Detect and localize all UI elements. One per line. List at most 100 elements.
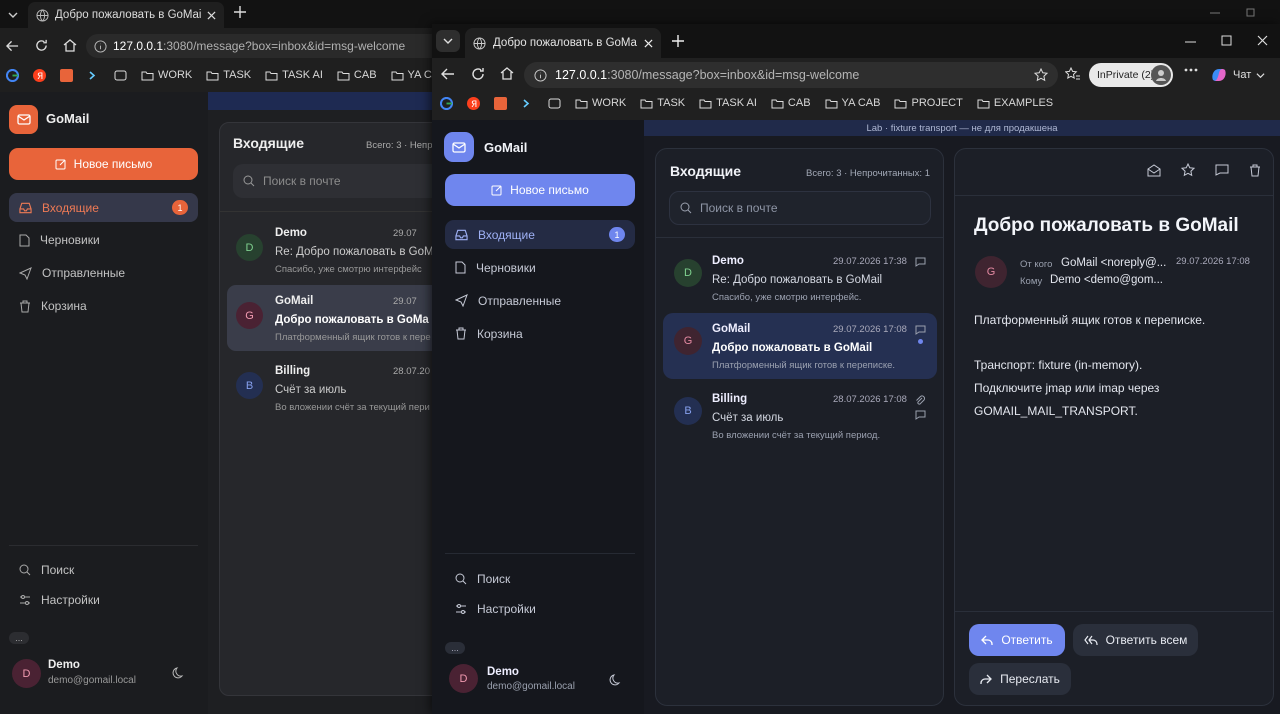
bookmark-task-ai[interactable]: TASK AI <box>699 97 757 109</box>
body-line: Транспорт: fixture (in-memory). <box>974 358 1143 372</box>
trash-icon[interactable] <box>1249 163 1261 177</box>
bg-nav-drafts[interactable]: Черновики <box>19 233 100 247</box>
close-tab-icon[interactable] <box>207 10 216 20</box>
environment-banner: Lab · fixture transport — не для продакш… <box>644 120 1280 136</box>
home-icon[interactable] <box>500 67 514 80</box>
message-reader-panel: Добро пожаловать в GoMail G От кого GoMa… <box>954 148 1274 706</box>
tab-list-icon[interactable] <box>4 6 22 24</box>
bg-bookmarks-bar: Я WORK TASK TASK AI CAB YA CA <box>0 64 439 86</box>
bg-search-input[interactable]: Поиск в почте <box>233 164 448 198</box>
restore-icon[interactable] <box>1246 7 1256 17</box>
reply-button[interactable]: Ответить <box>969 624 1065 656</box>
yandex-icon[interactable]: Я <box>467 96 480 110</box>
copilot-chat-button[interactable]: Чат <box>1210 64 1276 86</box>
thread-icon[interactable] <box>1215 163 1229 177</box>
bg-nav-label: Отправленные <box>42 266 126 280</box>
more-button[interactable]: ... <box>445 642 465 654</box>
bg-bookmark-work[interactable]: WORK <box>141 69 192 81</box>
translate-icon[interactable] <box>494 96 507 110</box>
bg-nav-sent[interactable]: Отправленные <box>19 266 125 280</box>
search-input[interactable]: Поиск в почте <box>669 191 931 225</box>
yandex-icon[interactable]: Я <box>33 68 46 82</box>
minimize-icon[interactable] <box>1185 36 1196 47</box>
favorites-icon[interactable] <box>1065 67 1080 81</box>
back-icon[interactable] <box>441 68 455 80</box>
sidebar-item-label: Входящие <box>478 227 535 242</box>
minimize-icon[interactable] <box>1210 8 1220 18</box>
reply-all-button[interactable]: Ответить всем <box>1073 624 1198 656</box>
bg-bookmark-task[interactable]: TASK <box>206 69 251 81</box>
list-item[interactable]: D Demo 29.07.2026 17:38 Re: Добро пожало… <box>663 245 937 311</box>
forward-button[interactable]: Переслать <box>969 663 1071 695</box>
mark-read-icon[interactable] <box>1147 163 1161 177</box>
active-tab[interactable]: Добро пожаловать в GoMail — G <box>465 28 661 58</box>
reload-icon[interactable] <box>471 67 485 81</box>
sidebar-item-search[interactable]: Поиск <box>445 564 635 593</box>
list-divider <box>656 237 943 238</box>
list-item[interactable]: B Billing 28.07.2026 17:08 Счёт за июль … <box>663 383 937 449</box>
info-icon <box>94 39 107 53</box>
bg-reload-icon[interactable] <box>35 39 48 52</box>
bg-back-icon[interactable] <box>6 40 19 52</box>
bg-address-bar[interactable]: 127.0.0.1:3080/message?box=inbox&id=msg-… <box>86 34 446 58</box>
theme-moon-icon[interactable] <box>609 674 622 687</box>
bg-theme-moon-icon[interactable] <box>172 667 185 680</box>
bot-icon[interactable] <box>548 97 561 110</box>
bg-nav-settings[interactable]: Настройки <box>19 593 100 607</box>
more-menu-icon[interactable] <box>1184 68 1198 72</box>
search-icon <box>680 202 692 214</box>
bookmark-cab[interactable]: CAB <box>771 97 811 109</box>
avatar: G <box>975 256 1007 288</box>
compose-button[interactable]: Новое письмо <box>445 174 635 206</box>
bot-icon[interactable] <box>114 69 127 82</box>
bg-tab[interactable]: Добро пожаловать в GoMail — G <box>28 2 224 28</box>
close-tab-icon[interactable] <box>644 38 653 48</box>
sidebar-item-trash[interactable]: Корзина <box>445 319 635 348</box>
bg-brand-logo <box>9 105 38 134</box>
new-tab-icon[interactable] <box>233 5 247 19</box>
bg-nav-trash[interactable]: Корзина <box>19 299 87 313</box>
star-icon[interactable] <box>1181 163 1195 177</box>
bg-item-date: 29.07 <box>393 296 417 307</box>
sidebar-item-settings[interactable]: Настройки <box>445 594 635 623</box>
inbox-icon <box>19 202 32 214</box>
bookmark-ya-cab[interactable]: YA CAB <box>825 97 880 109</box>
bg-compose-button[interactable]: Новое письмо <box>9 148 198 180</box>
body-line: Подключите jmap или imap через <box>974 381 1160 395</box>
star-icon[interactable] <box>1034 68 1048 82</box>
bg-bookmark-cab[interactable]: CAB <box>337 69 377 81</box>
bookmark-work[interactable]: WORK <box>575 97 626 109</box>
tab-bar: Добро пожаловать в GoMail — G <box>432 24 1280 58</box>
tab-actions-button[interactable] <box>436 30 460 52</box>
sidebar-item-drafts[interactable]: Черновики <box>445 253 635 282</box>
address-bar[interactable]: 127.0.0.1:3080/message?box=inbox&id=msg-… <box>524 62 1058 88</box>
maximize-icon[interactable] <box>1221 35 1232 46</box>
user-card[interactable]: D Demo demo@gomail.local <box>449 664 575 693</box>
bg-list-item[interactable]: B Billing 28.07.20 Счёт за июль Во вложе… <box>227 355 448 421</box>
bg-list-item-selected[interactable]: G GoMail 29.07 Добро пожаловать в GoMa П… <box>227 285 448 351</box>
bg-nav-inbox[interactable]: Входящие 1 <box>9 193 198 222</box>
sidebar-item-sent[interactable]: Отправленные <box>445 286 635 315</box>
sidebar-item-inbox[interactable]: Входящие 1 <box>445 220 635 249</box>
google-icon[interactable] <box>440 96 453 110</box>
paperclip-icon <box>915 395 925 406</box>
google-icon[interactable] <box>6 68 19 82</box>
bookmark-project[interactable]: PROJECT <box>894 97 963 109</box>
close-window-icon[interactable] <box>1257 35 1268 46</box>
edit-icon <box>491 184 503 196</box>
list-item-selected[interactable]: G GoMail 29.07.2026 17:08 Добро пожалова… <box>663 313 937 379</box>
terminal-icon[interactable] <box>521 97 534 110</box>
bookmark-examples[interactable]: EXAMPLES <box>977 97 1053 109</box>
brand[interactable]: GoMail <box>444 132 527 162</box>
inprivate-badge[interactable]: InPrivate (2) <box>1089 63 1173 87</box>
bg-bookmark-task-ai[interactable]: TASK AI <box>265 69 323 81</box>
bg-more-button[interactable]: ... <box>9 632 29 644</box>
bg-nav-search[interactable]: Поиск <box>19 563 74 577</box>
bg-list-item[interactable]: D Demo 29.07 Re: Добро пожаловать в GoM … <box>227 217 448 283</box>
bg-home-icon[interactable] <box>63 39 77 52</box>
folder-icon <box>977 98 990 109</box>
translate-icon[interactable] <box>60 68 73 82</box>
bookmark-task[interactable]: TASK <box>640 97 685 109</box>
new-tab-icon[interactable] <box>671 34 685 48</box>
terminal-icon[interactable] <box>87 69 100 82</box>
